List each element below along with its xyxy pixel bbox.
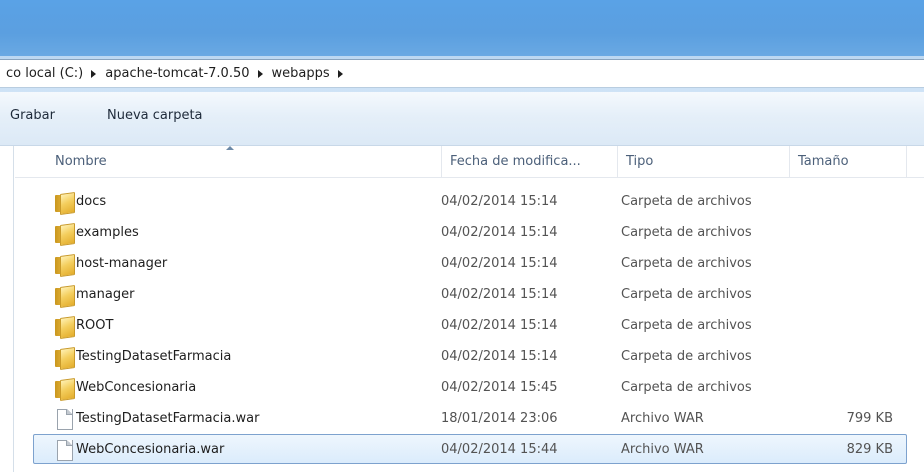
folder-icon [55,192,73,212]
table-row[interactable]: examples 04/02/2014 15:14 Carpeta de arc… [33,217,907,247]
file-date: 04/02/2014 15:14 [441,349,558,364]
navigation-pane[interactable] [0,146,14,472]
column-header-label: Fecha de modifica... [450,154,581,169]
table-row[interactable]: WebConcesionaria 04/02/2014 15:45 Carpet… [33,372,907,402]
table-row[interactable]: ROOT 04/02/2014 15:14 Carpeta de archivo… [33,310,907,340]
file-date: 04/02/2014 15:14 [441,287,558,302]
file-type: Carpeta de archivos [621,349,752,364]
file-name: TestingDatasetFarmacia [76,349,232,364]
folder-icon [55,223,73,243]
file-date: 04/02/2014 15:14 [441,318,558,333]
file-type: Carpeta de archivos [621,256,752,271]
table-row[interactable]: TestingDatasetFarmacia 04/02/2014 15:14 … [33,341,907,371]
file-type: Carpeta de archivos [621,194,752,209]
file-icon [55,440,73,461]
file-type: Carpeta de archivos [621,380,752,395]
file-date: 04/02/2014 15:45 [441,380,558,395]
breadcrumb-tomcat[interactable]: apache-tomcat-7.0.50 [105,66,271,81]
breadcrumb-label: apache-tomcat-7.0.50 [105,66,250,81]
column-header-type[interactable]: Tipo [618,146,790,178]
folder-icon [55,378,73,398]
column-header-row: Nombre Fecha de modifica... Tipo Tamaño [15,146,924,178]
file-date: 04/02/2014 15:14 [441,194,558,209]
column-header-date[interactable]: Fecha de modifica... [442,146,618,178]
chevron-right-icon[interactable] [257,69,263,78]
column-header-label: Tamaño [798,154,849,169]
column-header-label: Nombre [55,154,107,169]
column-header-name[interactable]: Nombre [47,146,442,178]
chevron-right-icon[interactable] [91,69,97,78]
file-size: 799 KB [846,411,893,426]
file-list[interactable]: Nombre Fecha de modifica... Tipo Tamaño … [15,146,924,472]
file-date: 04/02/2014 15:14 [441,256,558,271]
burn-button[interactable]: Grabar [10,108,55,123]
file-date: 18/01/2014 23:06 [441,411,558,426]
file-name: WebConcesionaria [76,380,197,395]
file-name: host-manager [76,256,168,271]
column-header-label: Tipo [626,154,654,169]
new-folder-button[interactable]: Nueva carpeta [107,108,203,123]
chevron-right-icon[interactable] [337,69,343,78]
breadcrumb-label: webapps [271,66,330,81]
file-name: WebConcesionaria.war [76,442,225,457]
breadcrumb-webapps[interactable]: webapps [272,66,352,81]
file-name: examples [76,225,139,240]
column-header-size[interactable]: Tamaño [790,146,907,178]
file-name: docs [76,194,107,209]
window-title-bar[interactable] [0,0,924,56]
breadcrumb-label: co local (C:) [6,66,84,81]
file-name: TestingDatasetFarmacia.war [76,411,260,426]
file-date: 04/02/2014 15:44 [441,442,558,457]
file-name: manager [76,287,135,302]
folder-icon [55,285,73,305]
file-name: ROOT [76,318,114,333]
file-type: Carpeta de archivos [621,287,752,302]
file-type: Archivo WAR [621,411,704,426]
file-type: Carpeta de archivos [621,225,752,240]
folder-icon [55,316,73,336]
address-bar-area: co local (C:) apache-tomcat-7.0.50 webap… [0,56,924,92]
table-row[interactable]: docs 04/02/2014 15:14 Carpeta de archivo… [33,186,907,216]
file-type: Carpeta de archivos [621,318,752,333]
command-toolbar: Grabar Nueva carpeta [0,92,924,146]
sort-ascending-icon [226,146,234,150]
file-size: 829 KB [846,442,893,457]
folder-icon [55,347,73,367]
table-row-selected[interactable]: WebConcesionaria.war 04/02/2014 15:44 Ar… [33,434,907,464]
table-row[interactable]: manager 04/02/2014 15:14 Carpeta de arch… [33,279,907,309]
folder-icon [55,254,73,274]
table-row[interactable]: host-manager 04/02/2014 15:14 Carpeta de… [33,248,907,278]
address-bar[interactable]: co local (C:) apache-tomcat-7.0.50 webap… [0,59,924,88]
file-date: 04/02/2014 15:14 [441,225,558,240]
file-icon [55,409,73,430]
breadcrumb-local-disk[interactable]: co local (C:) [6,66,105,81]
file-type: Archivo WAR [621,442,704,457]
table-row[interactable]: TestingDatasetFarmacia.war 18/01/2014 23… [33,403,907,433]
